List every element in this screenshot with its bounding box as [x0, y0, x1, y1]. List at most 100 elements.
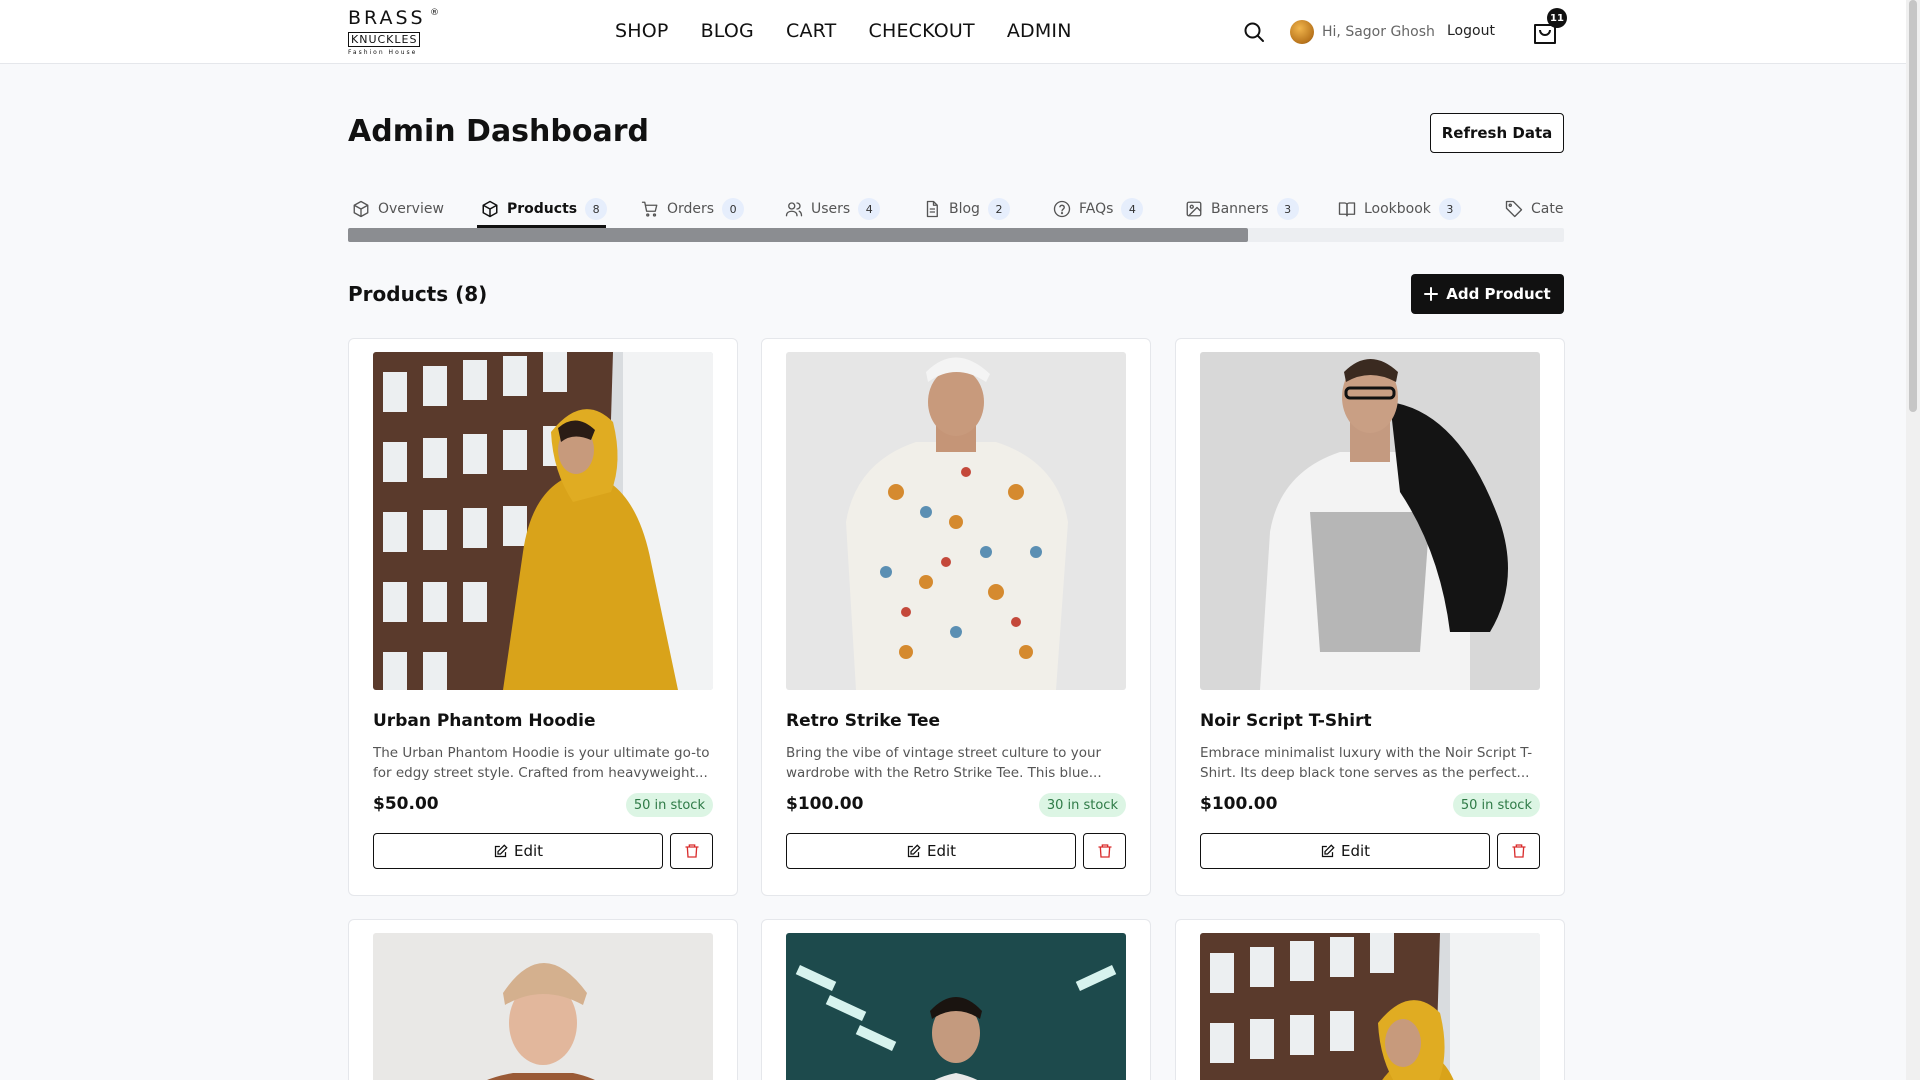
tab-label: Banners: [1211, 201, 1269, 217]
add-product-button[interactable]: Add Product: [1411, 274, 1564, 314]
brand-line2: KNUCKLES: [348, 32, 421, 47]
nav-cart[interactable]: CART: [786, 20, 837, 42]
product-image: [1200, 933, 1540, 1080]
tab-label: FAQs: [1079, 201, 1114, 217]
tab-overview[interactable]: Overview: [352, 190, 444, 228]
edit-label: Edit: [926, 842, 957, 860]
admin-tabs: Overview Products 8 Orders 0 Users 4 Blo…: [348, 190, 1564, 230]
page-title: Admin Dashboard: [348, 114, 649, 149]
product-description: Embrace minimalist luxury with the Noir …: [1200, 745, 1533, 781]
product-image: [1200, 352, 1540, 690]
product-name: Retro Strike Tee: [786, 711, 941, 731]
products-section-title: Products (8): [348, 282, 488, 306]
stock-badge: 30 in stock: [1038, 793, 1126, 817]
delete-button[interactable]: [1083, 833, 1126, 869]
tag-icon: [1505, 200, 1523, 218]
product-description: Bring the vibe of vintage street culture…: [786, 745, 1102, 781]
package-icon: [353, 200, 369, 218]
nav-checkout[interactable]: CHECKOUT: [868, 20, 974, 42]
tab-lookbook[interactable]: Lookbook 3: [1338, 190, 1461, 228]
user-greeting: Hi, Sagor Ghosh: [1322, 24, 1435, 40]
package-icon: [482, 200, 498, 218]
product-description: The Urban Phantom Hoodie is your ultimat…: [373, 745, 710, 781]
trash-icon: [1097, 844, 1112, 858]
tab-label: Orders: [667, 201, 715, 217]
book-icon: [1338, 202, 1356, 217]
product-image: [373, 933, 713, 1080]
registered-mark: ®: [430, 8, 439, 18]
product-card: Noir Script T-Shirt Embrace minimalist l…: [1175, 338, 1565, 896]
page-scrollbar[interactable]: [1906, 0, 1920, 1080]
user-menu[interactable]: Hi, Sagor Ghosh: [1290, 20, 1435, 44]
tabs-scroll-thumb[interactable]: [348, 228, 1248, 242]
product-image: [786, 352, 1126, 690]
product-price: $100.00: [1200, 794, 1278, 814]
product-name: Noir Script T-Shirt: [1200, 711, 1372, 731]
tab-count-badge: 2: [987, 198, 1010, 220]
delete-button[interactable]: [1497, 833, 1540, 869]
tab-count-badge: 0: [722, 198, 745, 220]
edit-icon: [907, 843, 921, 857]
tab-count-badge: 8: [585, 198, 608, 220]
tab-users[interactable]: Users 4: [785, 190, 881, 228]
nav-admin[interactable]: ADMIN: [1007, 20, 1072, 42]
edit-label: Edit: [1340, 842, 1371, 860]
tab-count-badge: 3: [1276, 198, 1299, 220]
product-image: [373, 352, 713, 690]
tab-label: Users: [811, 201, 851, 217]
stock-badge: 50 in stock: [1452, 793, 1540, 817]
search-icon[interactable]: [1242, 20, 1266, 44]
tab-products[interactable]: Products 8: [481, 190, 608, 228]
cart-count-badge: 11: [1547, 8, 1567, 28]
edit-button[interactable]: Edit: [786, 833, 1076, 869]
main-nav: SHOP BLOG CART CHECKOUT ADMIN: [615, 20, 1072, 42]
trash-icon: [684, 844, 699, 858]
edit-button[interactable]: Edit: [1200, 833, 1490, 869]
site-header: BRASS ® KNUCKLES Fashion House SHOP BLOG…: [0, 0, 1906, 64]
tab-categories[interactable]: Cate: [1505, 190, 1563, 228]
brand-line1: BRASS: [348, 7, 426, 29]
tab-label: Lookbook: [1364, 201, 1431, 217]
tab-faqs[interactable]: FAQs 4: [1053, 190, 1144, 228]
product-card: [1175, 919, 1565, 1080]
tab-banners[interactable]: Banners 3: [1185, 190, 1299, 228]
help-icon: [1053, 200, 1071, 218]
edit-icon: [494, 843, 508, 857]
nav-shop[interactable]: SHOP: [615, 20, 669, 42]
stock-badge: 50 in stock: [625, 793, 713, 817]
product-price: $100.00: [786, 794, 864, 814]
product-card: Urban Phantom Hoodie The Urban Phantom H…: [348, 338, 738, 896]
tab-label: Cate: [1531, 201, 1564, 217]
tab-label: Products: [507, 201, 578, 217]
users-icon: [785, 202, 803, 217]
product-price: $50.00: [373, 794, 439, 814]
edit-button[interactable]: Edit: [373, 833, 663, 869]
brand-logo[interactable]: BRASS ® KNUCKLES Fashion House: [348, 7, 439, 58]
tab-count-badge: 3: [1438, 198, 1461, 220]
trash-icon: [1511, 844, 1526, 858]
scrollbar-thumb[interactable]: [1909, 0, 1917, 412]
avatar: [1290, 20, 1314, 44]
tabs-horizontal-scrollbar[interactable]: [348, 228, 1564, 242]
tab-label: Blog: [949, 201, 980, 217]
plus-icon: [1424, 287, 1439, 301]
brand-line3: Fashion House: [348, 49, 418, 56]
product-name: Urban Phantom Hoodie: [373, 711, 596, 731]
product-card: Retro Strike Tee Bring the vibe of vinta…: [761, 338, 1151, 896]
product-image: [786, 933, 1126, 1080]
tab-count-badge: 4: [1121, 198, 1144, 220]
refresh-data-button[interactable]: Refresh Data: [1430, 113, 1564, 153]
cart-icon: [641, 201, 658, 217]
image-icon: [1186, 201, 1202, 217]
logout-link[interactable]: Logout: [1447, 23, 1495, 39]
nav-blog[interactable]: BLOG: [701, 20, 754, 42]
document-icon: [926, 200, 938, 218]
product-card: [761, 919, 1151, 1080]
product-card: [348, 919, 738, 1080]
add-product-label: Add Product: [1446, 285, 1551, 303]
tab-orders[interactable]: Orders 0: [641, 190, 745, 228]
delete-button[interactable]: [670, 833, 713, 869]
tab-blog[interactable]: Blog 2: [923, 190, 1010, 228]
edit-icon: [1321, 843, 1335, 857]
edit-label: Edit: [513, 842, 544, 860]
